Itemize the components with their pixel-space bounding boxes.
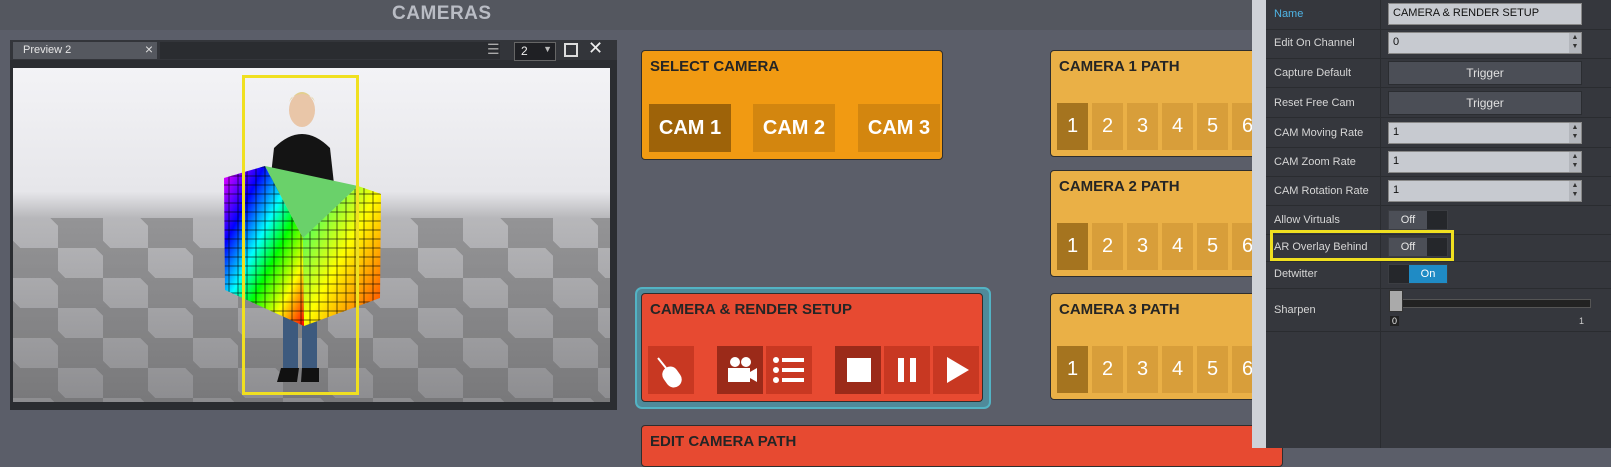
inspector-row-cam-rotation-rate: CAM Rotation Rate 1 ▲ ▼: [1266, 176, 1611, 206]
path-3-button[interactable]: 3: [1127, 103, 1158, 150]
path-4-button[interactable]: 4: [1162, 103, 1193, 150]
path-1-button[interactable]: 1: [1057, 223, 1088, 270]
path-1-button[interactable]: 1: [1057, 103, 1088, 150]
inspector-row-cam-moving-rate: CAM Moving Rate 1 ▲ ▼: [1266, 118, 1611, 148]
select-camera-panel: SELECT CAMERA CAM 1 CAM 2 CAM 3: [641, 50, 943, 160]
allow-virtuals-toggle[interactable]: Off: [1388, 210, 1448, 230]
cam-moving-rate-label: CAM Moving Rate: [1274, 127, 1364, 139]
cam-3-button[interactable]: CAM 3: [858, 104, 940, 152]
sharpen-slider[interactable]: [1392, 299, 1591, 308]
render-setup-panel[interactable]: CAMERA & RENDER SETUP: [641, 293, 983, 402]
sharpen-slider-handle[interactable]: [1389, 290, 1403, 312]
path-3-button[interactable]: 3: [1127, 223, 1158, 270]
inspector-row-reset-free-cam: Reset Free Cam Trigger: [1266, 88, 1611, 118]
stop-button[interactable]: [835, 346, 881, 394]
path-1-button[interactable]: 1: [1057, 346, 1088, 393]
cameras-header: CAMERAS: [0, 0, 1270, 30]
cam-rotation-rate-value: 1: [1393, 184, 1400, 196]
path-2-button[interactable]: 2: [1092, 103, 1123, 150]
inspector-row-name: Name CAMERA & RENDER SETUP: [1266, 0, 1611, 30]
capture-default-trigger-button[interactable]: Trigger: [1388, 61, 1582, 85]
cam-rotation-rate-field[interactable]: 1 ▲ ▼: [1388, 180, 1582, 202]
detwitter-label: Detwitter: [1274, 268, 1318, 280]
spinner-arrows-icon[interactable]: ▲ ▼: [1569, 152, 1581, 172]
allow-virtuals-label: Allow Virtuals: [1274, 214, 1340, 226]
close-icon[interactable]: ✕: [588, 38, 603, 59]
cam-zoom-rate-field[interactable]: 1 ▲ ▼: [1388, 151, 1582, 173]
ar-overlay-highlight-box: [1270, 230, 1454, 261]
stop-icon: [847, 358, 871, 382]
inspector-row-capture-default: Capture Default Trigger: [1266, 58, 1611, 88]
play-button[interactable]: [933, 346, 979, 394]
reset-free-cam-label: Reset Free Cam: [1274, 97, 1355, 109]
spinner-arrows-icon[interactable]: ▲ ▼: [1569, 33, 1581, 53]
video-camera-icon: [728, 357, 757, 382]
edit-channel-value: 0: [1393, 36, 1400, 48]
cam-1-button[interactable]: CAM 1: [649, 104, 731, 152]
camera-2-path-title: CAMERA 2 PATH: [1059, 178, 1180, 195]
cam-moving-rate-value: 1: [1393, 126, 1400, 138]
cam-moving-rate-field[interactable]: 1 ▲ ▼: [1388, 122, 1582, 144]
sharpen-label: Sharpen: [1274, 304, 1316, 316]
edit-camera-path-panel[interactable]: EDIT CAMERA PATH: [641, 425, 1283, 467]
edit-channel-field[interactable]: 0 ▲ ▼: [1388, 32, 1582, 54]
name-label: Name: [1274, 8, 1304, 20]
spinner-arrows-icon[interactable]: ▲ ▼: [1569, 181, 1581, 201]
preview-tab-label: Preview 2: [23, 44, 72, 56]
list-button[interactable]: [766, 346, 812, 394]
sharpen-max-label: 1: [1579, 316, 1585, 326]
selection-box: [242, 75, 359, 395]
spinner-arrows-icon[interactable]: ▲ ▼: [1569, 123, 1581, 143]
page-title: CAMERAS: [392, 3, 492, 24]
tab-strip: [160, 42, 500, 59]
capture-default-label: Capture Default: [1274, 67, 1352, 79]
path-3-button[interactable]: 3: [1127, 346, 1158, 393]
view-select-value: 2: [521, 44, 528, 58]
name-value: CAMERA & RENDER SETUP: [1393, 7, 1540, 19]
allow-virtuals-state: Off: [1389, 211, 1427, 229]
path-4-button[interactable]: 4: [1162, 223, 1193, 270]
cam-rotation-rate-label: CAM Rotation Rate: [1274, 185, 1369, 197]
pause-icon: [898, 358, 916, 382]
select-camera-title: SELECT CAMERA: [650, 58, 780, 75]
list-icon: [773, 357, 804, 383]
inspector-row-detwitter: Detwitter On: [1266, 259, 1611, 289]
view-select[interactable]: 2 ▼: [514, 42, 556, 61]
inspector-row-sharpen: Sharpen: [1266, 288, 1611, 332]
panel-scrollbar[interactable]: [1252, 0, 1266, 448]
maximize-icon[interactable]: [564, 43, 578, 57]
path-2-button[interactable]: 2: [1092, 346, 1123, 393]
close-tab-icon[interactable]: ×: [145, 41, 153, 57]
mouse-icon: [657, 357, 682, 388]
inspector-row-cam-zoom-rate: CAM Zoom Rate 1 ▲ ▼: [1266, 147, 1611, 177]
chevron-down-icon: ▼: [543, 44, 552, 54]
reset-free-cam-trigger-button[interactable]: Trigger: [1388, 91, 1582, 115]
camera-1-path-title: CAMERA 1 PATH: [1059, 58, 1180, 75]
cam-2-button[interactable]: CAM 2: [753, 104, 835, 152]
sharpen-min-label: 0: [1390, 316, 1400, 326]
render-setup-title: CAMERA & RENDER SETUP: [650, 301, 852, 318]
pause-button[interactable]: [884, 346, 930, 394]
path-2-button[interactable]: 2: [1092, 223, 1123, 270]
cam-zoom-rate-label: CAM Zoom Rate: [1274, 156, 1356, 168]
video-camera-button[interactable]: [717, 346, 763, 394]
path-5-button[interactable]: 5: [1197, 346, 1228, 393]
play-icon: [947, 357, 969, 383]
menu-icon[interactable]: ☰: [487, 41, 500, 58]
inspector-row-edit-channel: Edit On Channel 0 ▲ ▼: [1266, 29, 1611, 59]
edit-channel-label: Edit On Channel: [1274, 37, 1355, 49]
name-field[interactable]: CAMERA & RENDER SETUP: [1388, 3, 1582, 25]
edit-camera-path-title: EDIT CAMERA PATH: [650, 433, 797, 450]
detwitter-toggle[interactable]: On: [1388, 264, 1448, 284]
camera-3-path-title: CAMERA 3 PATH: [1059, 301, 1180, 318]
detwitter-state: On: [1409, 265, 1447, 283]
preview-tab[interactable]: Preview 2 ×: [13, 41, 157, 59]
mouse-button[interactable]: [648, 346, 694, 394]
path-5-button[interactable]: 5: [1197, 223, 1228, 270]
path-4-button[interactable]: 4: [1162, 346, 1193, 393]
cam-zoom-rate-value: 1: [1393, 155, 1400, 167]
path-5-button[interactable]: 5: [1197, 103, 1228, 150]
